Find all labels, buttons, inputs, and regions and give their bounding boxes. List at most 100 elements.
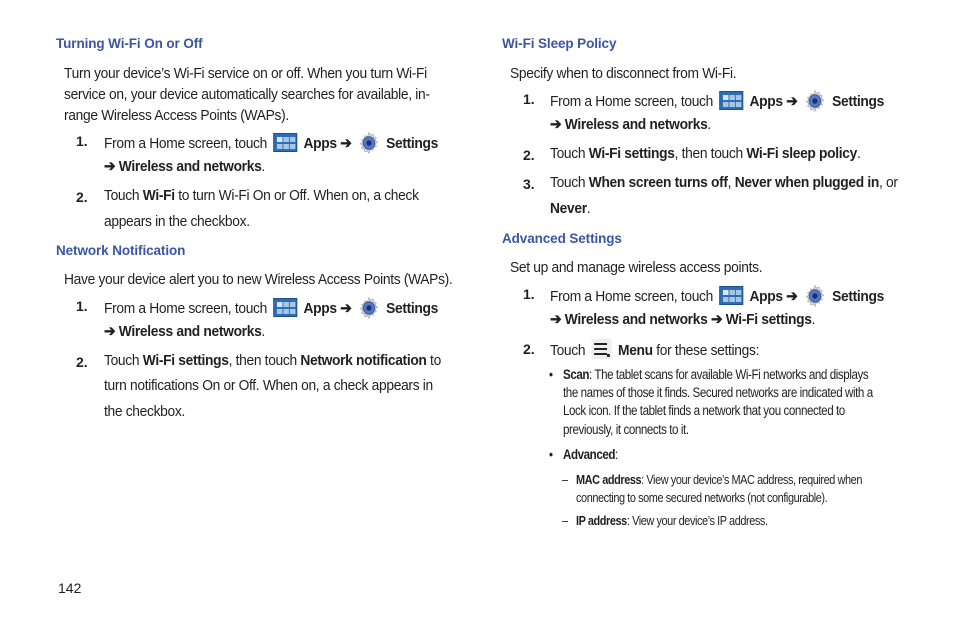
arrow-icon: ➔	[550, 311, 562, 328]
apps-grid-icon	[719, 91, 744, 110]
step-line: the checkbox.	[104, 403, 185, 420]
menu-path: Wireless and networks	[564, 311, 708, 328]
section-heading-wifi-sleep-policy: Wi-Fi Sleep Policy	[502, 36, 617, 51]
settings-gear-icon	[805, 89, 825, 113]
arrow-icon: ➔	[104, 158, 116, 175]
bullet-line: previously, it connects to it.	[563, 422, 689, 437]
intro-line: Turn your device’s Wi-Fi service on or o…	[64, 65, 427, 82]
settings-gear-icon	[359, 131, 379, 155]
option-name: When screen turns off	[588, 174, 728, 191]
intro-line: Specify when to disconnect from Wi-Fi.	[510, 65, 737, 82]
bullet-line: Scan: The tablet scans for available Wi-…	[563, 366, 869, 385]
arrow-icon: ➔	[786, 288, 798, 305]
step-number: 2.	[523, 341, 535, 357]
step-number: 2.	[76, 189, 88, 205]
menu-path: Wi-Fi settings	[725, 311, 812, 328]
step-text: Touch	[550, 342, 586, 359]
step-text: , then touch	[674, 145, 747, 162]
option-name: Wi-Fi settings	[588, 145, 675, 162]
arrow-icon: ➔	[710, 311, 723, 328]
punctuation: .	[811, 311, 816, 328]
apps-label: Apps	[303, 135, 337, 152]
step-text: From a Home screen, touch	[550, 288, 713, 305]
step-number: 1.	[523, 286, 535, 302]
step-line: ➔ Wireless and networks ➔ Wi-Fi settings…	[550, 310, 815, 328]
step-line: Touch Wi-Fi settings, then touch Network…	[104, 352, 441, 369]
bullet-text: : The tablet scans for available Wi-Fi n…	[589, 367, 869, 382]
step-text: , then touch	[228, 352, 301, 369]
step-line: From a Home screen, touch Apps ➔ Setting…	[550, 89, 884, 113]
settings-gear-icon	[359, 296, 379, 320]
step-text: Touch	[550, 174, 589, 191]
option-name: Never when plugged in	[734, 174, 880, 191]
sub-bullet-line: IP address: View your device’s IP addres…	[576, 512, 768, 530]
option-name: IP address	[576, 513, 627, 528]
step-line: From a Home screen, touch Apps ➔ Setting…	[550, 284, 884, 308]
apps-label: Apps	[749, 93, 783, 110]
step-line: ➔ Wireless and networks.	[550, 115, 711, 133]
step-text: From a Home screen, touch	[104, 135, 267, 152]
menu-path: Wireless and networks	[118, 158, 262, 175]
settings-label: Settings	[832, 93, 884, 110]
step-text: Touch	[104, 187, 143, 204]
apps-label: Apps	[303, 300, 337, 317]
step-line: Touch Menu for these settings:	[550, 339, 759, 359]
sub-bullet-text: : View your device’s MAC address, requir…	[641, 472, 862, 487]
step-line: appears in the checkbox.	[104, 213, 250, 230]
step-text: Touch	[550, 145, 589, 162]
intro-line: Have your device alert you to new Wirele…	[64, 271, 453, 288]
bullet-line: Advanced:	[563, 446, 618, 465]
step-number: 1.	[523, 91, 535, 107]
option-name: Wi-Fi sleep policy	[746, 145, 857, 162]
bullet-line: Lock icon. If the tablet finds a network…	[563, 403, 845, 418]
step-line: From a Home screen, touch Apps ➔ Setting…	[104, 131, 438, 155]
step-line: ➔ Wireless and networks.	[104, 157, 265, 175]
apps-grid-icon	[273, 298, 298, 317]
bullet-marker: •	[549, 367, 553, 382]
arrow-icon: ➔	[786, 93, 798, 110]
bullet-line: the names of those it finds. Secured net…	[563, 385, 873, 400]
menu-icon	[591, 339, 612, 359]
punctuation: .	[261, 158, 265, 175]
punctuation: .	[586, 200, 591, 217]
settings-label: Settings	[386, 300, 438, 317]
step-line: turn notifications On or Off. When on, a…	[104, 377, 433, 394]
step-number: 1.	[76, 133, 88, 149]
arrow-icon: ➔	[340, 300, 352, 317]
menu-path: Wireless and networks	[564, 116, 708, 133]
bullet-marker: •	[549, 447, 553, 462]
apps-grid-icon	[719, 286, 744, 305]
sub-bullet-line: MAC address: View your device’s MAC addr…	[576, 471, 862, 489]
section-heading-turning-wifi: Turning Wi-Fi On or Off	[56, 36, 203, 51]
step-line: Touch Wi-Fi settings, then touch Wi-Fi s…	[550, 145, 861, 162]
arrow-icon: ➔	[550, 116, 562, 133]
settings-label: Settings	[832, 288, 884, 305]
option-name: Never	[550, 200, 587, 217]
intro-line: Set up and manage wireless access points…	[510, 259, 763, 276]
option-name: Network notification	[300, 352, 427, 369]
step-text: From a Home screen, touch	[550, 93, 713, 110]
step-text: to turn Wi-Fi On or Off. When on, a chec…	[174, 187, 419, 204]
sub-bullet-marker: –	[562, 513, 568, 528]
menu-path: Wireless and networks	[118, 323, 262, 340]
settings-gear-icon	[805, 284, 825, 308]
step-text: , or	[878, 174, 898, 191]
sub-bullet-line: connecting to some secured networks (not…	[576, 490, 828, 505]
settings-label: Settings	[386, 135, 438, 152]
option-name: Scan	[563, 367, 590, 382]
arrow-icon: ➔	[340, 135, 352, 152]
step-number: 1.	[76, 298, 88, 314]
intro-line: service on, your device automatically se…	[64, 86, 430, 103]
intro-line: range Wireless Access Points (WAPs).	[64, 107, 289, 124]
option-name: MAC address	[576, 472, 642, 487]
apps-grid-icon	[273, 133, 298, 152]
step-line: Never.	[550, 200, 591, 217]
step-number: 2.	[76, 354, 88, 370]
step-text: ,	[727, 174, 735, 191]
punctuation: .	[856, 145, 861, 162]
section-heading-advanced-settings: Advanced Settings	[502, 231, 622, 246]
step-line: Touch Wi-Fi to turn Wi-Fi On or Off. Whe…	[104, 187, 419, 204]
option-name: Menu	[618, 342, 653, 359]
step-number: 2.	[523, 147, 535, 163]
option-name: Wi-Fi settings	[142, 352, 229, 369]
